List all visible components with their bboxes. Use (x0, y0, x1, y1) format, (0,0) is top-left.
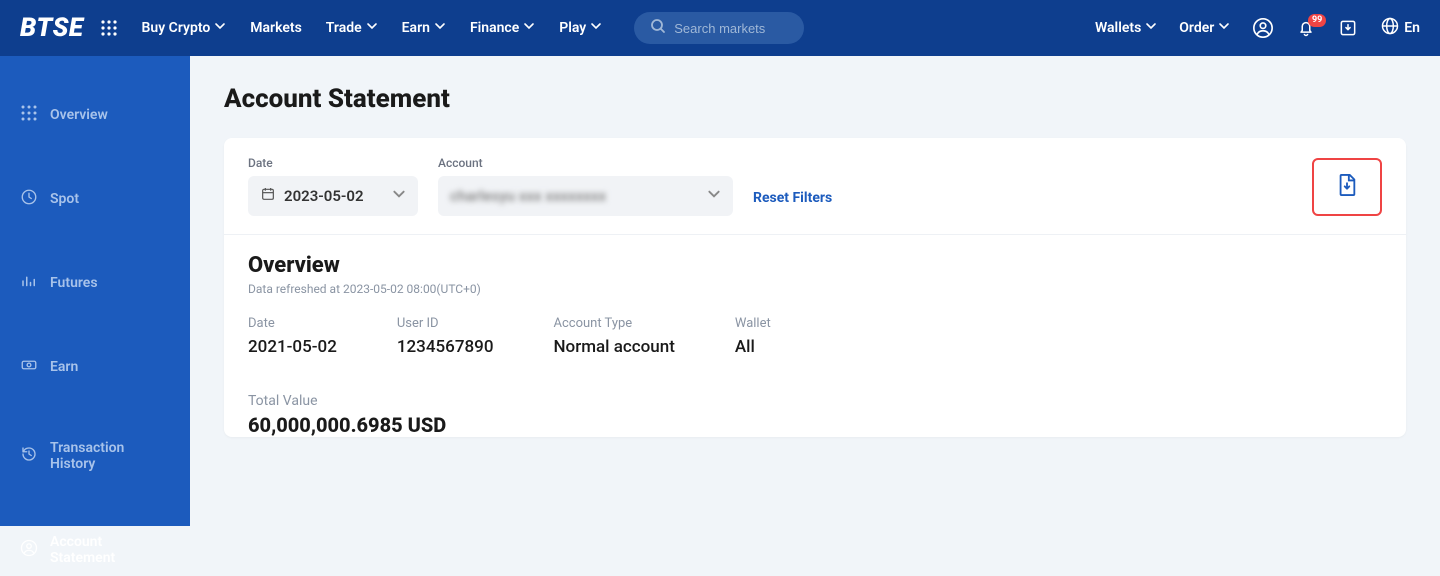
nav-label: Earn (402, 20, 430, 36)
cell-label: Date (248, 316, 337, 331)
cell-label: Wallet (735, 316, 771, 331)
bell-icon[interactable]: 99 (1296, 18, 1316, 38)
page-title: Account Statement (224, 84, 1406, 114)
nav-play[interactable]: Play (559, 20, 602, 36)
reset-filters-link[interactable]: Reset Filters (753, 190, 832, 216)
search-icon (650, 18, 666, 38)
money-icon (20, 356, 38, 378)
sidebar-item-label: Spot (50, 191, 79, 207)
nav-earn[interactable]: Earn (402, 20, 446, 36)
overview-cell-date: Date 2021-05-02 (248, 316, 337, 357)
calendar-icon (260, 186, 276, 206)
account-value: charlesyu xxx xxxxxxxx (450, 187, 606, 205)
chevron-down-icon (1218, 20, 1230, 36)
nav-label: Trade (326, 20, 362, 36)
search-input-wrap[interactable] (634, 12, 804, 44)
nav-buy-crypto[interactable]: Buy Crypto (142, 20, 227, 36)
cell-value: 2021-05-02 (248, 337, 337, 357)
nav-label: Play (559, 20, 586, 36)
chevron-down-icon (590, 20, 602, 36)
sidebar-item-label: Earn (50, 359, 78, 375)
history-icon (20, 445, 38, 467)
sidebar-item-earn[interactable]: Earn (0, 346, 190, 388)
cell-value: All (735, 337, 771, 357)
sidebar-item-label: Futures (50, 275, 98, 291)
nav-finance[interactable]: Finance (470, 20, 535, 36)
chevron-down-icon (392, 187, 406, 205)
nav-label: Finance (470, 20, 519, 36)
sidebar-item-overview[interactable]: Overview (0, 94, 190, 136)
download-icon[interactable] (1338, 18, 1358, 38)
date-select[interactable]: 2023-05-02 (248, 176, 418, 216)
chevron-down-icon (523, 20, 535, 36)
cell-label: User ID (397, 316, 494, 331)
nav-trade[interactable]: Trade (326, 20, 378, 36)
sidebar-item-label: Transaction History (50, 440, 170, 472)
chevron-down-icon (366, 20, 378, 36)
file-download-icon (1336, 173, 1358, 201)
nav-markets[interactable]: Markets (250, 20, 302, 36)
wallets-menu[interactable]: Wallets (1095, 20, 1157, 36)
sidebar-item-label: Overview (50, 107, 108, 123)
lang-label: En (1404, 20, 1420, 36)
account-filter-label: Account (438, 156, 733, 170)
globe-icon (1380, 16, 1400, 40)
chart-icon (20, 272, 38, 294)
sidebar-item-label: Account Statement (50, 534, 170, 566)
sidebar-item-futures[interactable]: Futures (0, 262, 190, 304)
wallets-label: Wallets (1095, 20, 1141, 36)
date-filter-label: Date (248, 156, 418, 170)
overview-cell-account-type: Account Type Normal account (553, 316, 674, 357)
notif-badge: 99 (1308, 14, 1326, 27)
user-icon[interactable] (1252, 17, 1274, 39)
overview-title: Overview (248, 253, 1382, 278)
logo: BTSE (20, 13, 84, 43)
sidebar-item-transaction-history[interactable]: Transaction History (0, 430, 190, 482)
cell-label: Account Type (553, 316, 674, 331)
language-menu[interactable]: En (1380, 16, 1420, 40)
search-input[interactable] (674, 21, 788, 36)
account-select[interactable]: charlesyu xxx xxxxxxxx (438, 176, 733, 216)
chevron-down-icon (1145, 20, 1157, 36)
user-icon (20, 539, 38, 561)
chevron-down-icon (707, 187, 721, 205)
date-value: 2023-05-02 (284, 187, 364, 205)
grid-icon (20, 104, 38, 126)
overview-cell-wallet: Wallet All (735, 316, 771, 357)
sidebar-item-account-statement[interactable]: Account Statement (0, 524, 190, 576)
chevron-down-icon (214, 20, 226, 36)
nav-label: Buy Crypto (142, 20, 211, 36)
sidebar-item-spot[interactable]: Spot (0, 178, 190, 220)
clock-icon (20, 188, 38, 210)
order-menu[interactable]: Order (1179, 20, 1230, 36)
overview-refreshed: Data refreshed at 2023-05-02 08:00(UTC+0… (248, 282, 1382, 296)
apps-grid-icon[interactable] (100, 19, 118, 37)
download-statement-button[interactable] (1312, 158, 1382, 216)
nav-label: Markets (250, 20, 302, 36)
cell-value: 1234567890 (397, 337, 494, 357)
total-value-label: Total Value (248, 393, 1382, 409)
total-value: 60,000,000.6985 USD (248, 413, 1382, 437)
chevron-down-icon (434, 20, 446, 36)
overview-cell-userid: User ID 1234567890 (397, 316, 494, 357)
cell-value: Normal account (553, 337, 674, 357)
order-label: Order (1179, 20, 1214, 36)
